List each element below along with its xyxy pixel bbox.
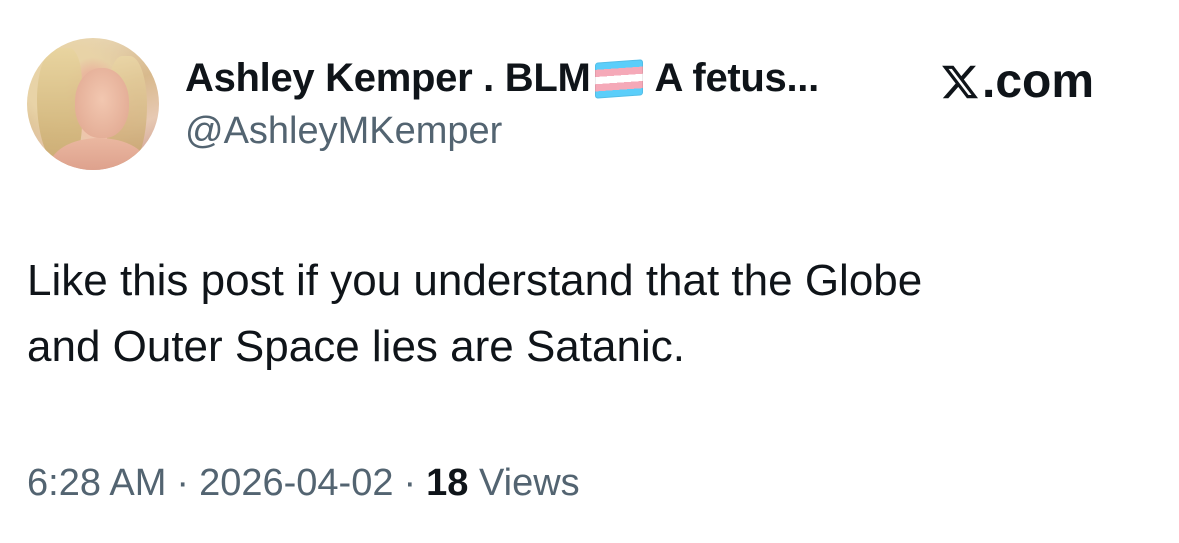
display-name-prefix: Ashley Kemper . BLM — [185, 56, 591, 100]
tweet-date[interactable]: 2026-04-02 — [199, 462, 393, 504]
views-label: Views — [478, 462, 580, 504]
tweet-time[interactable]: 6:28 AM — [27, 462, 166, 504]
tweet-text-line: Like this post if you understand that th… — [27, 256, 923, 305]
display-name-suffix: A fetus... — [654, 56, 820, 100]
display-name[interactable]: Ashley Kemper . BLM A fetus... — [185, 56, 819, 101]
tweet-text: Like this post if you understand that th… — [27, 248, 1157, 380]
tweet-card: Ashley Kemper . BLM A fetus... @AshleyMK… — [0, 0, 1179, 543]
user-handle[interactable]: @AshleyMKemper — [185, 110, 502, 153]
avatar-face — [75, 68, 129, 138]
meta-separator: · — [403, 462, 417, 504]
brand-label: .com — [982, 55, 1095, 108]
x-brand: .com — [940, 54, 1094, 109]
views-count: 18 — [426, 462, 469, 504]
avatar[interactable] — [27, 38, 159, 170]
tweet-meta: 6:28 AM · 2026-04-02 · 18 Views — [27, 462, 580, 505]
transgender-flag-icon — [594, 58, 643, 99]
tweet-text-line: and Outer Space lies are Satanic. — [27, 322, 685, 371]
x-logo-icon — [942, 65, 979, 98]
meta-separator: · — [176, 462, 190, 504]
